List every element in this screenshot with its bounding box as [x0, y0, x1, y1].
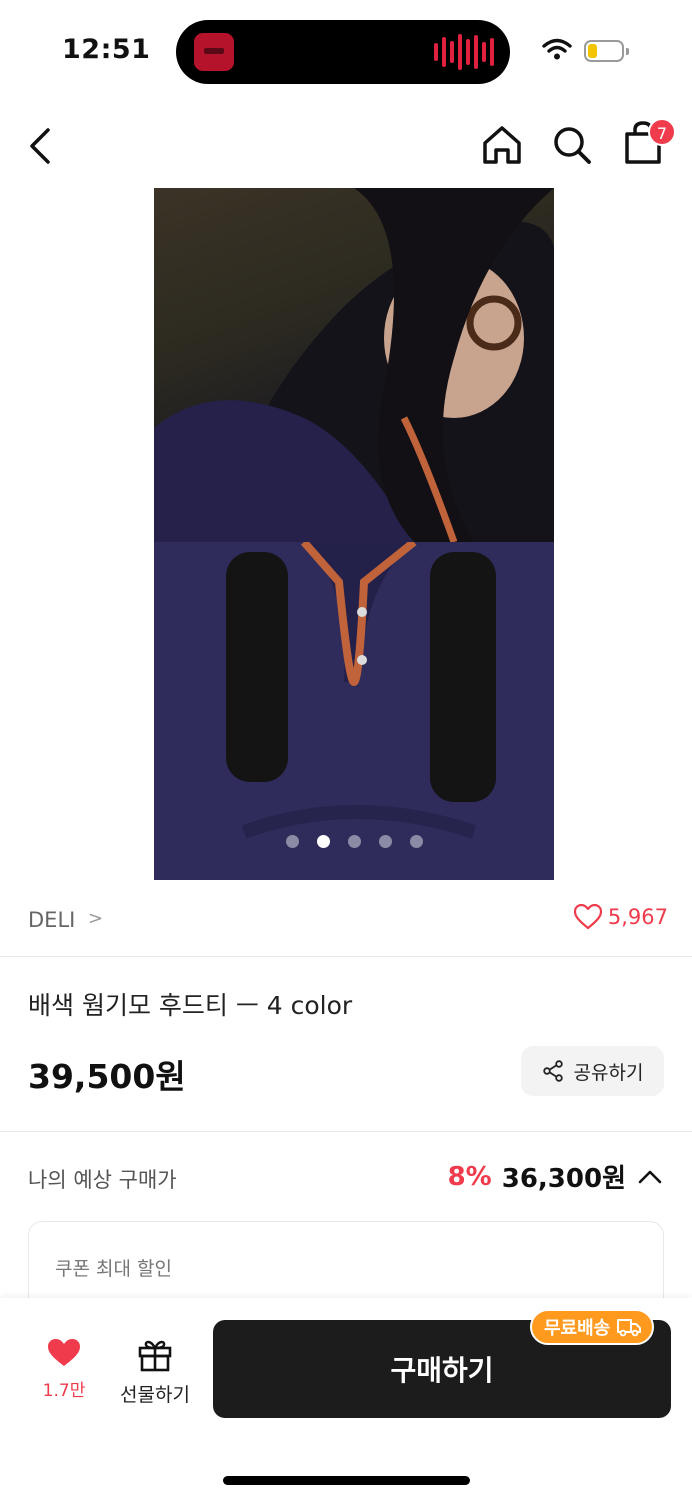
back-chevron-icon[interactable] [26, 126, 56, 166]
share-label: 공유하기 [573, 1061, 644, 1084]
home-indicator[interactable] [223, 1476, 470, 1485]
divider [0, 956, 692, 957]
app-thumbnail-icon [194, 33, 234, 71]
carousel-dot-active[interactable] [316, 835, 330, 848]
share-button[interactable]: 공유하기 [521, 1046, 664, 1096]
bottom-action-bar: 1.7만 선물하기 구매하기 무료배송 [0, 1298, 692, 1500]
wifi-icon [542, 38, 572, 60]
product-image-carousel[interactable] [154, 188, 554, 880]
free-shipping-label: 무료배송 [544, 1318, 611, 1339]
dynamic-island[interactable] [176, 20, 510, 84]
wishlist-button[interactable]: 1.7만 [36, 1338, 92, 1401]
coupon-label: 쿠폰 최대 할인 [55, 1258, 172, 1280]
product-title: 배색 웜기모 후드티 ㅡ 4 color [28, 991, 353, 1020]
free-shipping-badge: 무료배송 [530, 1309, 655, 1345]
cart-count-badge: 7 [648, 118, 676, 146]
status-time: 12:51 [62, 34, 151, 65]
top-nav: 7 [0, 110, 692, 180]
chevron-up-icon[interactable] [636, 1167, 664, 1187]
estimated-price-label: 나의 예상 구매가 [28, 1168, 177, 1192]
share-icon [542, 1060, 563, 1082]
gift-label: 선물하기 [120, 1384, 190, 1406]
product-photo [154, 538, 554, 880]
heart-outline-icon [573, 904, 602, 930]
carousel-dot[interactable] [378, 835, 392, 848]
audio-wave-icon [434, 34, 494, 70]
product-price: 39,500원 [28, 1057, 186, 1096]
estimated-price-row[interactable]: 나의 예상 구매가 8% 36,300원 [28, 1158, 664, 1198]
search-icon[interactable] [551, 124, 593, 166]
product-photo [154, 188, 554, 544]
wishlist-count: 1.7만 [42, 1381, 86, 1401]
delivery-truck-icon [617, 1319, 642, 1337]
brand-link[interactable]: DELI [28, 908, 75, 932]
like-count: 5,967 [607, 905, 668, 929]
carousel-dot[interactable] [285, 835, 299, 848]
battery-icon [584, 40, 629, 62]
status-bar: 12:51 [0, 0, 692, 100]
brand-row: DELI > 5,967 [28, 898, 668, 942]
gift-button[interactable]: 선물하기 [112, 1338, 198, 1407]
home-icon[interactable] [480, 124, 524, 166]
carousel-indicator [154, 835, 554, 848]
divider [0, 1131, 692, 1132]
estimated-price: 36,300원 [501, 1164, 626, 1194]
heart-filled-icon [48, 1339, 80, 1366]
carousel-dot[interactable] [409, 835, 423, 848]
brand-chevron-icon: > [88, 908, 104, 929]
gift-icon [138, 1340, 172, 1372]
carousel-dot[interactable] [347, 835, 361, 848]
discount-percent: 8% [447, 1161, 492, 1192]
like-button[interactable]: 5,967 [573, 904, 668, 930]
